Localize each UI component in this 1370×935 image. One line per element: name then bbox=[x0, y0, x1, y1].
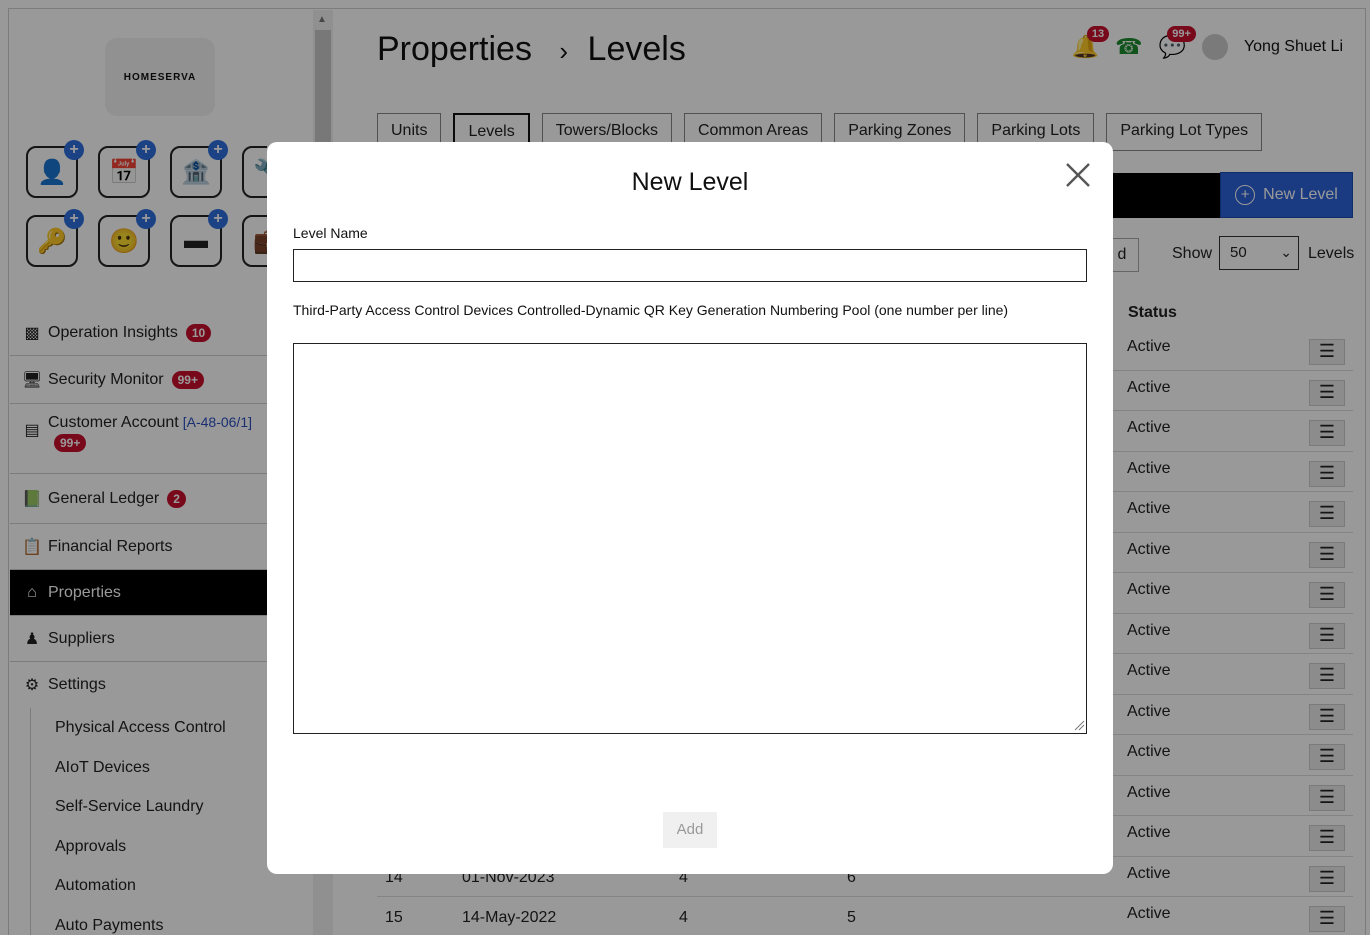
add-button[interactable]: Add bbox=[663, 812, 717, 848]
level-name-input[interactable] bbox=[293, 249, 1087, 282]
close-icon[interactable] bbox=[1063, 160, 1093, 190]
resize-handle-icon[interactable] bbox=[1073, 719, 1085, 731]
dialog-title: New Level bbox=[631, 168, 749, 196]
new-level-dialog: New Level Level Name Third-Party Access … bbox=[267, 142, 1113, 874]
numbering-pool-textarea[interactable] bbox=[293, 343, 1087, 734]
numbering-pool-label: Third-Party Access Control Devices Contr… bbox=[293, 302, 1009, 318]
level-name-label: Level Name bbox=[293, 225, 368, 241]
